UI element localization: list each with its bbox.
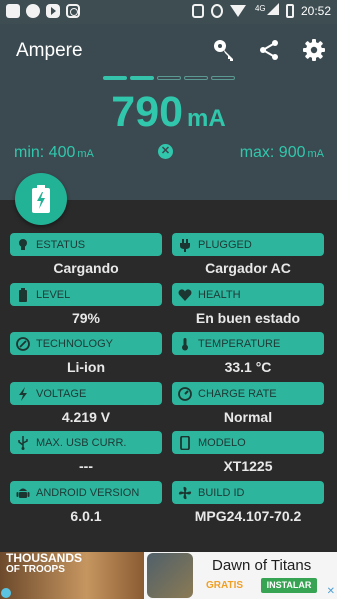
- ad-close-icon[interactable]: ✕: [327, 586, 335, 597]
- current-unit: mA: [187, 105, 226, 132]
- gauge-icon: [178, 386, 192, 401]
- usb-icon: [18, 435, 28, 450]
- app-title: Ampere: [16, 40, 83, 61]
- fan-icon: [178, 486, 192, 499]
- current-reading: 790 mA: [0, 88, 337, 137]
- alarm-icon: [210, 3, 223, 18]
- status-card: ESTATUS Cargando: [10, 233, 162, 276]
- max-unit: mA: [307, 148, 325, 160]
- ad-app-icon[interactable]: [147, 553, 193, 598]
- health-label: HEALTH: [198, 288, 241, 301]
- page-indicator: [103, 76, 235, 80]
- max-label: max: 900: [239, 144, 306, 161]
- thermometer-icon: [182, 337, 188, 350]
- page-dot[interactable]: [130, 76, 154, 80]
- ad-price: GRATIS: [206, 580, 244, 591]
- ad-banner[interactable]: THOUSANDS OF TROOPS Dawn of Titans GRATI…: [0, 552, 337, 599]
- health-card: HEALTH En buen estado: [172, 283, 324, 326]
- youtube-icon: [46, 4, 60, 18]
- whatsapp-icon: [26, 4, 40, 18]
- battery-icon: [285, 3, 294, 18]
- network-type: 4G: [254, 4, 266, 13]
- health-value: En buen estado: [195, 310, 301, 326]
- build-id-card: BUILD ID MPG24.107-70.2: [172, 481, 324, 524]
- battery-charging-icon: [32, 185, 50, 213]
- ad-info-icon[interactable]: [1, 588, 11, 598]
- android-version-label: ANDROID VERSION: [36, 486, 140, 499]
- bolt-icon: [19, 386, 27, 401]
- header: Ampere 790 mA min: 400 mA ✕ max: 900 mA: [0, 24, 337, 200]
- technology-label: TECHNOLOGY: [36, 337, 114, 350]
- android-version-card: ANDROID VERSION 6.0.1: [10, 481, 162, 524]
- temperature-label: TEMPERATURE: [198, 337, 281, 350]
- clock: 20:52: [300, 3, 331, 18]
- technology-icon: [16, 336, 30, 351]
- plug-icon: [180, 238, 190, 252]
- ad-brand-line1: THOUSANDS: [6, 552, 83, 565]
- charge-rate-label: CHARGE RATE: [198, 387, 277, 400]
- plugged-label: PLUGGED: [198, 238, 252, 251]
- phone-icon: [180, 435, 190, 450]
- max-usb-card: MAX. USB CURR. ---: [10, 431, 162, 474]
- android-icon: [16, 488, 30, 498]
- build-id-label: BUILD ID: [198, 486, 245, 499]
- reset-minmax-icon[interactable]: ✕: [158, 144, 173, 159]
- model-label: MODELO: [198, 436, 246, 449]
- settings-icon[interactable]: [302, 38, 326, 62]
- voltage-card: VOLTAGE 4.219 V: [10, 382, 162, 425]
- ad-title[interactable]: Dawn of Titans: [212, 557, 311, 574]
- page-dot[interactable]: [184, 76, 208, 80]
- temperature-card: TEMPERATURE 33.1 °C: [172, 332, 324, 375]
- page-dot[interactable]: [103, 76, 127, 80]
- wifi-icon: [229, 4, 246, 17]
- ad-install-button[interactable]: INSTALAR: [261, 578, 317, 593]
- temperature-value: 33.1 °C: [224, 359, 272, 375]
- min-label: min: 400: [14, 144, 76, 161]
- status-value: Cargando: [53, 260, 119, 276]
- technology-value: Li-ion: [66, 359, 106, 375]
- status-bar: 4G 20:52: [0, 0, 337, 24]
- ad-brand-line2: OF TROOPS: [6, 564, 65, 575]
- vibrate-icon: [191, 3, 204, 18]
- ad-image[interactable]: THOUSANDS OF TROOPS: [0, 552, 144, 599]
- level-label: LEVEL: [36, 288, 71, 301]
- max-usb-label: MAX. USB CURR.: [36, 436, 127, 449]
- heart-icon: [178, 288, 192, 301]
- signal-icon: [266, 3, 279, 15]
- plugged-value: Cargador AC: [205, 260, 291, 276]
- photo-icon: [6, 4, 20, 18]
- max-reading: max: 900 mA: [240, 144, 324, 162]
- key-icon[interactable]: [212, 38, 236, 62]
- level-card: LEVEL 79%: [10, 283, 162, 326]
- plugged-card: PLUGGED Cargador AC: [172, 233, 324, 276]
- level-value: 79%: [71, 310, 101, 326]
- page-dot[interactable]: [211, 76, 235, 80]
- charge-rate-value: Normal: [223, 409, 273, 425]
- voltage-label: VOLTAGE: [36, 387, 87, 400]
- current-value: 790: [111, 88, 184, 136]
- min-reading: min: 400 mA: [14, 144, 94, 162]
- page-dot[interactable]: [157, 76, 181, 80]
- instagram-icon: [66, 4, 80, 18]
- android-version-value: 6.0.1: [70, 508, 102, 524]
- min-unit: mA: [77, 148, 94, 160]
- battery-fab-button[interactable]: [15, 173, 67, 225]
- model-value: XT1225: [223, 458, 273, 474]
- battery-icon: [19, 287, 27, 302]
- technology-card: TECHNOLOGY Li-ion: [10, 332, 162, 375]
- bulb-icon: [19, 238, 27, 250]
- charge-rate-card: CHARGE RATE Normal: [172, 382, 324, 425]
- build-id-value: MPG24.107-70.2: [194, 508, 302, 524]
- model-card: MODELO XT1225: [172, 431, 324, 474]
- status-label: ESTATUS: [36, 238, 86, 251]
- share-icon[interactable]: [257, 38, 281, 62]
- voltage-value: 4.219 V: [61, 409, 111, 425]
- max-usb-value: ---: [79, 458, 93, 474]
